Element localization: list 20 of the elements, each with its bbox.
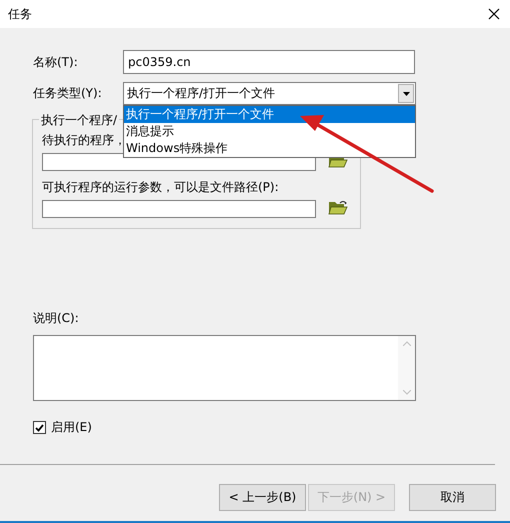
field-label: 名称(T): [33, 54, 79, 70]
checkbox[interactable] [33, 421, 46, 434]
field-label: 可执行程序的运行参数，可以是文件路径(P): [42, 179, 279, 196]
dropdown-arrow-icon [402, 92, 410, 96]
field-label: 任务类型(Y): [33, 85, 103, 102]
dropdown-value: 执行一个程序/打开一个文件 [127, 85, 276, 102]
wizard-button[interactable]: < 上一步(B) [219, 484, 306, 511]
field-label: 待执行的程序， [42, 132, 126, 149]
dropdown-option[interactable]: Windows特殊操作 [124, 140, 415, 157]
dropdown-option[interactable]: 执行一个程序/打开一个文件 [124, 106, 415, 123]
dropdown-option[interactable]: 消息提示 [124, 123, 415, 140]
close-icon[interactable] [488, 8, 500, 20]
task-type-dropdown[interactable]: 执行一个程序/打开一个文件 [123, 82, 416, 105]
name-field[interactable]: pc0359.cn [123, 50, 415, 74]
field-label: 说明(C): [33, 310, 80, 327]
arguments-field[interactable] [42, 200, 316, 218]
window-title: 任务 [8, 6, 32, 22]
wizard-button[interactable]: 取消 [409, 484, 496, 511]
checkbox-label: 启用(E) [51, 419, 92, 436]
group-title: 执行一个程序/ [39, 112, 120, 129]
